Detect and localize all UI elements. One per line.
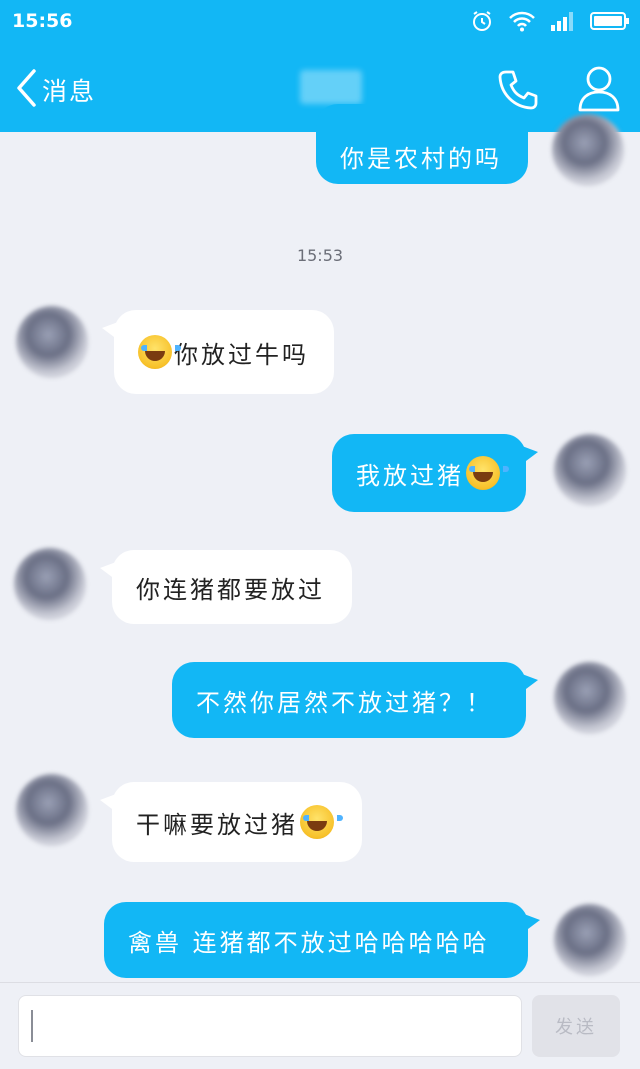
send-button[interactable]: 发送	[532, 995, 620, 1057]
message-text: 我放过猪	[356, 461, 464, 490]
message-text: 你放过牛吗	[174, 340, 309, 369]
avatar-self[interactable]	[554, 662, 626, 734]
message-timestamp: 15:53	[296, 246, 344, 265]
message-input[interactable]	[18, 995, 522, 1057]
status-time: 15:56	[12, 10, 73, 32]
battery-icon	[590, 10, 630, 32]
tears-of-joy-emoji-icon	[466, 456, 509, 490]
wifi-icon	[508, 10, 536, 32]
avatar-self[interactable]	[552, 114, 624, 186]
chevron-left-icon	[14, 68, 38, 112]
chat-area[interactable]: 你是农村的吗 15:53 你放过牛吗 我放过猪 你连猪都要放过 不然你居然不放过…	[0, 104, 640, 982]
input-bar: 发送	[0, 982, 640, 1069]
status-bar: 15:56	[0, 0, 640, 42]
status-icons	[470, 8, 630, 34]
alarm-icon	[470, 9, 494, 33]
message-text: 你是农村的吗	[340, 144, 502, 173]
avatar-self[interactable]	[554, 904, 626, 976]
message-bubble-sent[interactable]: 我放过猪	[332, 434, 538, 512]
text-caret	[31, 1010, 33, 1042]
message-bubble-received[interactable]: 你放过牛吗	[102, 310, 334, 394]
message-text: 禽兽 连猪都不放过哈哈哈哈哈	[128, 928, 490, 957]
tears-of-joy-emoji-icon	[138, 335, 181, 369]
signal-icon	[550, 10, 576, 32]
contact-name-blurred	[300, 70, 362, 104]
back-label: 消息	[42, 77, 97, 106]
message-text: 不然你居然不放过猪？！	[196, 688, 493, 717]
message-text: 干嘛要放过猪	[136, 810, 298, 839]
message-bubble-sent[interactable]: 不然你居然不放过猪？！	[172, 662, 538, 738]
profile-button[interactable]	[576, 64, 622, 118]
message-text: 你连猪都要放过	[136, 575, 325, 604]
message-bubble-received[interactable]: 你连猪都要放过	[100, 550, 352, 624]
message-bubble-received[interactable]: 干嘛要放过猪	[100, 782, 362, 862]
avatar-contact[interactable]	[16, 306, 88, 378]
avatar-contact[interactable]	[14, 548, 86, 620]
avatar-contact[interactable]	[16, 774, 88, 846]
tears-of-joy-emoji-icon	[300, 805, 343, 839]
message-bubble-sent[interactable]: 你是农村的吗	[316, 104, 540, 184]
avatar-self[interactable]	[554, 434, 626, 506]
back-button[interactable]: 消息	[14, 68, 96, 112]
message-bubble-sent[interactable]: 禽兽 连猪都不放过哈哈哈哈哈	[104, 902, 540, 978]
send-label: 发送	[555, 1017, 597, 1038]
